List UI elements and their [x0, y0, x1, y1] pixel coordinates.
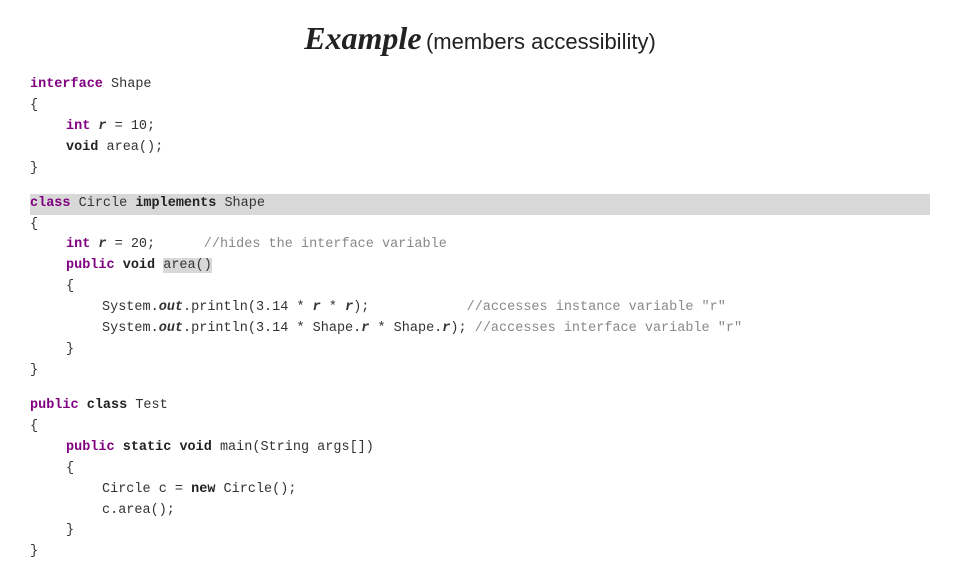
code-line: } — [30, 159, 930, 180]
main-page: Example (members accessibility) interfac… — [0, 0, 960, 540]
code-line: int r = 20; //hides the interface variab… — [30, 235, 930, 256]
code-line: } — [30, 542, 930, 563]
code-line: } — [30, 521, 930, 542]
code-line: { — [30, 417, 930, 438]
title-main: Example — [304, 20, 421, 56]
code-area: interface Shape { int r = 10; void area(… — [30, 75, 930, 563]
code-line: c.area(); — [30, 501, 930, 522]
code-line: void area(); — [30, 138, 930, 159]
title-area: Example (members accessibility) — [30, 20, 930, 57]
code-line: { — [30, 96, 930, 117]
title-sub: (members accessibility) — [426, 29, 656, 54]
interface-block: interface Shape { int r = 10; void area(… — [30, 75, 930, 180]
circle-block: class Circle implements Shape { int r = … — [30, 194, 930, 382]
code-line: { — [30, 459, 930, 480]
code-line: public void area() — [30, 256, 930, 277]
code-line: System.out.println(3.14 * r * r); //acce… — [30, 298, 930, 319]
code-line: } — [30, 340, 930, 361]
code-line: public class Test — [30, 396, 930, 417]
code-line-highlighted: class Circle implements Shape — [30, 194, 930, 215]
code-line: interface Shape — [30, 75, 930, 96]
test-block: public class Test { public static void m… — [30, 396, 930, 563]
code-line: Circle c = new Circle(); — [30, 480, 930, 501]
code-line: { — [30, 277, 930, 298]
code-line: public static void main(String args[]) — [30, 438, 930, 459]
code-line: { — [30, 215, 930, 236]
code-line: System.out.println(3.14 * Shape.r * Shap… — [30, 319, 930, 340]
code-line: int r = 10; — [30, 117, 930, 138]
code-line: } — [30, 361, 930, 382]
